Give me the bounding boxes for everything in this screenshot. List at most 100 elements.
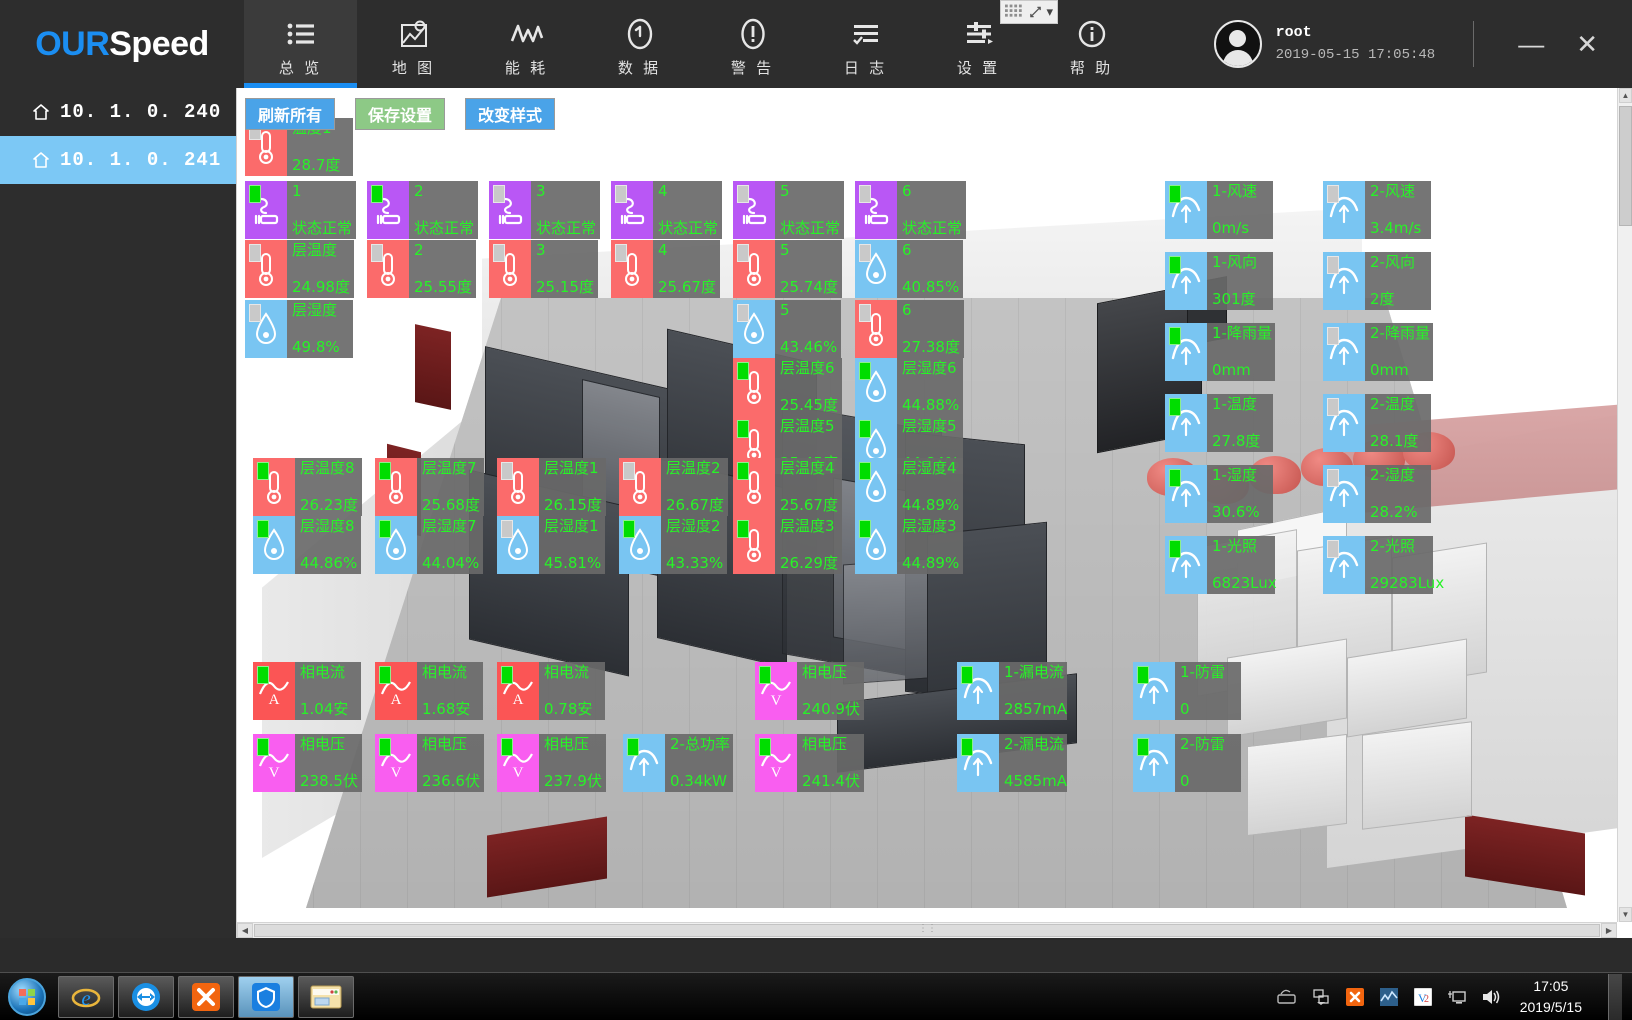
sidebar-item-241[interactable]: 10. 1. 0. 241 bbox=[0, 136, 236, 184]
sensor-widget[interactable]: 1-降雨量0mm bbox=[1165, 323, 1275, 381]
sensor-name: 层温度 bbox=[292, 242, 350, 259]
sensor-widget[interactable]: 1-光照6823Lux bbox=[1165, 536, 1275, 594]
horizontal-scrollbar[interactable]: ◀ ▶ bbox=[237, 922, 1617, 938]
svg-text:A: A bbox=[269, 692, 280, 706]
sensor-widget[interactable]: 层湿度145.81% bbox=[497, 516, 615, 574]
scroll-up-button[interactable]: ▲ bbox=[1619, 88, 1632, 103]
floor-plan-canvas[interactable]: 温度128.7度1状态正常2状态正常3状态正常4状态正常5状态正常6状态正常层温… bbox=[237, 88, 1617, 922]
sensor-widget[interactable]: 325.15度 bbox=[489, 240, 607, 298]
sensor-widget[interactable]: V相电压237.9伏 bbox=[497, 734, 607, 792]
vertical-scrollbar[interactable]: ▲ ▼ bbox=[1617, 88, 1632, 922]
sensor-widget[interactable]: 2状态正常 bbox=[367, 181, 485, 239]
sensor-widget[interactable]: 3状态正常 bbox=[489, 181, 607, 239]
sensor-widget[interactable]: 2-漏电流4585mA bbox=[957, 734, 1067, 792]
sensor-widget[interactable]: 2-温度28.1度 bbox=[1323, 394, 1433, 452]
grip-toggle[interactable]: ▾ bbox=[1000, 0, 1058, 24]
tab-overview[interactable]: 总 览 bbox=[244, 0, 357, 88]
sensor-widget[interactable]: 640.85% bbox=[855, 240, 973, 298]
taskbar-item-file-explorer[interactable] bbox=[298, 976, 354, 1018]
sensor-widget[interactable]: 2-总功率0.34kW bbox=[623, 734, 733, 792]
sensor-widget[interactable]: 543.46% bbox=[733, 300, 851, 358]
minimize-button[interactable]: — bbox=[1502, 31, 1560, 57]
vertical-scroll-thumb[interactable] bbox=[1619, 106, 1632, 226]
taskbar-item-internet-explorer[interactable]: e bbox=[58, 976, 114, 1018]
chevron-down-icon[interactable]: ▾ bbox=[1046, 4, 1053, 20]
sensor-widget[interactable]: 层温度126.15度 bbox=[497, 458, 615, 516]
sensor-widget[interactable]: 层温度625.45度 bbox=[733, 358, 851, 416]
tray-hidden-icons-icon[interactable] bbox=[1276, 986, 1298, 1008]
sensor-widget[interactable]: 层湿度644.88% bbox=[855, 358, 973, 416]
sensor-widget[interactable]: 1-温度27.8度 bbox=[1165, 394, 1275, 452]
sensor-widget[interactable]: 4状态正常 bbox=[611, 181, 729, 239]
tray-xampp-icon[interactable] bbox=[1344, 986, 1366, 1008]
sensor-widget[interactable]: 1-防雷0 bbox=[1133, 662, 1243, 720]
sensor-widget[interactable]: 层温度425.67度 bbox=[733, 458, 851, 516]
sensor-widget[interactable]: 层温度326.29度 bbox=[733, 516, 851, 574]
sensor-widget[interactable]: 层湿度444.89% bbox=[855, 458, 973, 516]
sensor-widget[interactable]: 1-漏电流2857mA bbox=[957, 662, 1067, 720]
tray-v2-icon[interactable]: V2 bbox=[1412, 986, 1434, 1008]
save-settings-button[interactable]: 保存设置 bbox=[355, 98, 445, 130]
scroll-right-button[interactable]: ▶ bbox=[1601, 923, 1617, 938]
sidebar-item-240[interactable]: 10. 1. 0. 240 bbox=[0, 88, 236, 136]
volt-icon: V bbox=[755, 734, 797, 792]
sensor-readout: 层温度326.29度 bbox=[775, 516, 842, 574]
sensor-widget[interactable]: 层湿度344.89% bbox=[855, 516, 973, 574]
sensor-widget[interactable]: 6状态正常 bbox=[855, 181, 973, 239]
sensor-widget[interactable]: 层湿度744.04% bbox=[375, 516, 493, 574]
tray-volume-icon[interactable] bbox=[1480, 986, 1502, 1008]
taskbar-item-teamviewer[interactable] bbox=[118, 976, 174, 1018]
sensor-widget[interactable]: 2-防雷0 bbox=[1133, 734, 1243, 792]
close-button[interactable]: ✕ bbox=[1560, 31, 1614, 57]
sensor-widget[interactable]: V相电压236.6伏 bbox=[375, 734, 485, 792]
sensor-widget[interactable]: V相电压241.4伏 bbox=[755, 734, 865, 792]
sensor-widget[interactable]: 2-光照29283Lux bbox=[1323, 536, 1433, 594]
tray-network-icon[interactable] bbox=[1310, 986, 1332, 1008]
tray-monitor-graph-icon[interactable] bbox=[1378, 986, 1400, 1008]
sensor-widget[interactable]: 层温度826.23度 bbox=[253, 458, 371, 516]
sensor-widget[interactable]: V相电压240.9伏 bbox=[755, 662, 865, 720]
change-style-button[interactable]: 改变样式 bbox=[465, 98, 555, 130]
sensor-widget[interactable]: 1-风速0m/s bbox=[1165, 181, 1275, 239]
sensor-widget[interactable]: 1-湿度30.6% bbox=[1165, 465, 1275, 523]
sensor-widget[interactable]: 2-风速3.4m/s bbox=[1323, 181, 1433, 239]
scroll-down-button[interactable]: ▼ bbox=[1619, 907, 1632, 922]
sensor-widget[interactable]: 层温度725.68度 bbox=[375, 458, 493, 516]
tray-display-icon[interactable] bbox=[1446, 986, 1468, 1008]
taskbar-clock[interactable]: 17:05 2019/5/15 bbox=[1514, 976, 1596, 1018]
sensor-widget[interactable]: A相电流1.68安 bbox=[375, 662, 485, 720]
sensor-widget[interactable]: 1状态正常 bbox=[245, 181, 363, 239]
sensor-widget[interactable]: 627.38度 bbox=[855, 300, 973, 358]
sensor-widget[interactable]: 2-湿度28.2% bbox=[1323, 465, 1433, 523]
sensor-widget[interactable]: 2-风向2度 bbox=[1323, 252, 1433, 310]
sensor-widget[interactable]: 层温度24.98度 bbox=[245, 240, 363, 298]
avatar[interactable] bbox=[1214, 20, 1262, 68]
refresh-all-button[interactable]: 刷新所有 bbox=[245, 98, 335, 130]
sensor-widget[interactable]: 525.74度 bbox=[733, 240, 851, 298]
horizontal-scroll-thumb[interactable] bbox=[254, 924, 1600, 937]
start-button[interactable] bbox=[0, 975, 54, 1019]
sensor-widget[interactable]: 2-降雨量0mm bbox=[1323, 323, 1433, 381]
sensor-widget[interactable]: 1-风向301度 bbox=[1165, 252, 1275, 310]
tab-map[interactable]: 地 图 bbox=[357, 0, 470, 88]
tab-logs[interactable]: 日 志 bbox=[809, 0, 922, 88]
tab-alerts[interactable]: 警 告 bbox=[696, 0, 809, 88]
sensor-widget[interactable]: V相电压238.5伏 bbox=[253, 734, 363, 792]
scroll-left-button[interactable]: ◀ bbox=[237, 923, 253, 938]
tab-data[interactable]: 数 据 bbox=[583, 0, 696, 88]
sensor-widget[interactable]: A相电流1.04安 bbox=[253, 662, 363, 720]
sensor-name: 层湿度6 bbox=[902, 360, 959, 377]
sensor-widget[interactable]: 层湿度243.33% bbox=[619, 516, 737, 574]
sensor-widget[interactable]: 425.67度 bbox=[611, 240, 729, 298]
sensor-readout: 层湿度844.86% bbox=[295, 516, 361, 574]
sensor-widget[interactable]: 层湿度844.86% bbox=[253, 516, 371, 574]
tab-energy[interactable]: 能 耗 bbox=[470, 0, 583, 88]
sensor-widget[interactable]: 225.55度 bbox=[367, 240, 485, 298]
show-desktop-button[interactable] bbox=[1608, 974, 1622, 1020]
taskbar-item-xampp[interactable] bbox=[178, 976, 234, 1018]
sensor-widget[interactable]: 层湿度49.8% bbox=[245, 300, 363, 358]
sensor-widget[interactable]: 5状态正常 bbox=[733, 181, 851, 239]
taskbar-item-monitor-shield[interactable] bbox=[238, 976, 294, 1018]
sensor-widget[interactable]: A相电流0.78安 bbox=[497, 662, 607, 720]
sensor-widget[interactable]: 层温度226.67度 bbox=[619, 458, 737, 516]
